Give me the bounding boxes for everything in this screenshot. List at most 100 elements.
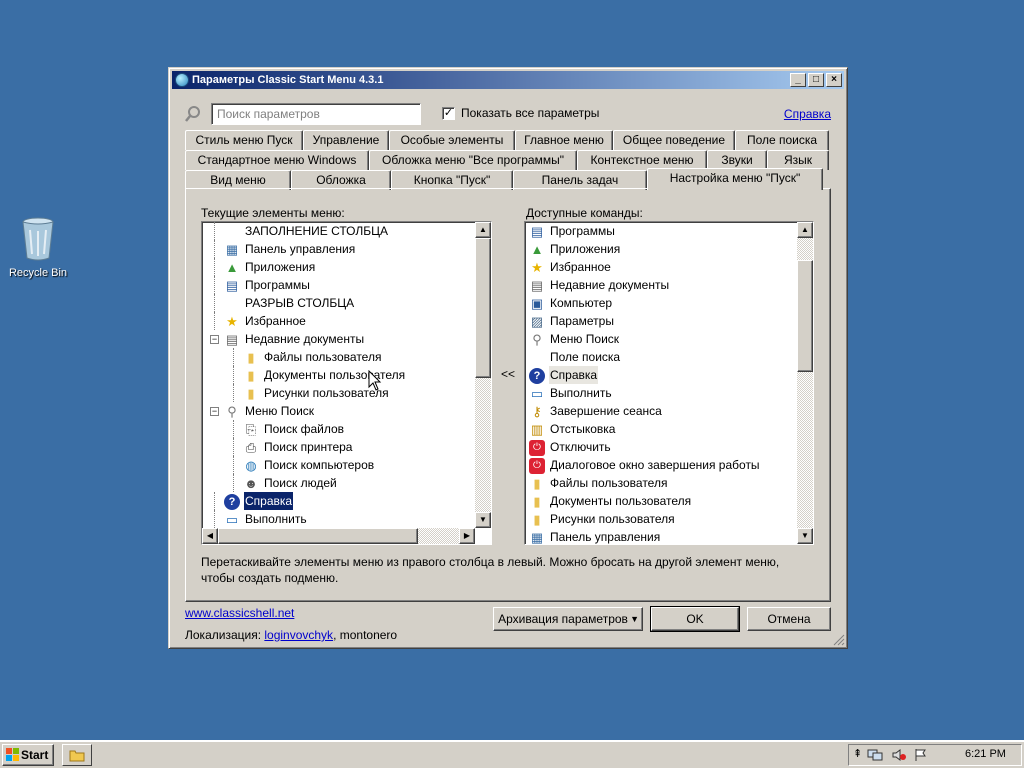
command-item[interactable]: ⏻ Диалоговое окно завершения работы: [525, 456, 813, 474]
tab-general-behavior[interactable]: Общее поведение: [613, 130, 735, 150]
localization-credits: Локализация: loginvovchyk, montonero: [185, 628, 397, 642]
tree-item[interactable]: ▮ Рисунки пользователя: [202, 384, 491, 402]
close-button[interactable]: ×: [826, 73, 842, 87]
tree-line: [214, 258, 215, 276]
tab-special-items[interactable]: Особые элементы: [389, 130, 515, 150]
command-item[interactable]: ★ Избранное: [525, 258, 813, 276]
current-items-list[interactable]: ЗАПОЛНЕНИЕ СТОЛБЦА ▦ Панель управления ▲ При…: [201, 221, 492, 545]
tab-controls[interactable]: Управление: [303, 130, 389, 150]
network-icon[interactable]: [867, 748, 883, 762]
hscroll-thumb[interactable]: [218, 528, 418, 544]
command-item[interactable]: ? Справка: [525, 366, 813, 384]
localization-label: Локализация:: [185, 628, 265, 642]
minimize-button[interactable]: _: [790, 73, 806, 87]
title-bar[interactable]: Параметры Classic Start Menu 4.3.1 _ □ ×: [172, 71, 844, 89]
tab-taskbar[interactable]: Панель задач: [513, 170, 647, 190]
current-items-vscrollbar[interactable]: ▲ ▼: [475, 222, 491, 528]
action-center-flag-icon[interactable]: [913, 748, 929, 762]
current-items-hscrollbar[interactable]: ◀ ▶: [202, 528, 475, 544]
tab-search-box[interactable]: Поле поиска: [735, 130, 829, 150]
tree-item[interactable]: ЗАПОЛНЕНИЕ СТОЛБЦА: [202, 222, 491, 240]
tree-item[interactable]: ◍ Поиск компьютеров: [202, 456, 491, 474]
start-button[interactable]: Start: [2, 744, 54, 766]
command-item[interactable]: ▣ Компьютер: [525, 294, 813, 312]
command-item[interactable]: Поле поиска: [525, 348, 813, 366]
tree-item[interactable]: ? Справка: [202, 492, 491, 510]
programs-icon: ▤: [225, 278, 239, 293]
tree-item[interactable]: ☻ Поиск людей: [202, 474, 491, 492]
tree-item[interactable]: ▤ Программы: [202, 276, 491, 294]
scroll-thumb[interactable]: [797, 260, 813, 372]
command-item[interactable]: ▭ Выполнить: [525, 384, 813, 402]
tree-item[interactable]: ⎘ Поиск файлов: [202, 420, 491, 438]
localization-link[interactable]: loginvovchyk: [264, 628, 333, 642]
command-item[interactable]: ▤ Программы: [525, 222, 813, 240]
backup-settings-button[interactable]: Архивация параметров ▼: [493, 607, 643, 631]
command-item[interactable]: ▨ Параметры: [525, 312, 813, 330]
tree-item[interactable]: ▲ Приложения: [202, 258, 491, 276]
available-commands-list[interactable]: ▤ Программы ▲ Приложения ★ Избранное ▤ Недавние…: [524, 221, 814, 545]
tree-item[interactable]: ⎙ Поиск принтера: [202, 438, 491, 456]
scroll-right-button[interactable]: ▶: [459, 528, 475, 544]
tree-item[interactable]: ▦ Панель управления: [202, 240, 491, 258]
show-all-checkbox[interactable]: ✓: [442, 106, 455, 120]
folder-icon: ▮: [533, 476, 541, 491]
scroll-down-button[interactable]: ▼: [475, 512, 491, 528]
command-item[interactable]: ▥ Отстыковка: [525, 420, 813, 438]
tab-sounds[interactable]: Звуки: [707, 150, 767, 170]
item-label: Рисунки пользователя: [550, 512, 675, 526]
tab-customize-start-menu[interactable]: Настройка меню "Пуск": [647, 168, 823, 190]
tab-main-menu[interactable]: Главное меню: [515, 130, 613, 150]
command-item[interactable]: ▦ Панель управления: [525, 528, 813, 544]
computer-icon: ▣: [530, 296, 544, 311]
localization-rest: , montonero: [333, 628, 398, 642]
ok-button[interactable]: OK: [650, 606, 740, 632]
tree-item[interactable]: − ▤ Недавние документы: [202, 330, 491, 348]
command-item[interactable]: ⚷ Завершение сеанса: [525, 402, 813, 420]
scroll-down-button[interactable]: ▼: [797, 528, 813, 544]
tree-item[interactable]: − ⚲ Меню Поиск: [202, 402, 491, 420]
tab-start-button[interactable]: Кнопка "Пуск": [391, 170, 513, 190]
tab-menu-look[interactable]: Вид меню: [185, 170, 291, 190]
scroll-up-button[interactable]: ▲: [475, 222, 491, 238]
recycle-bin[interactable]: Recycle Bin: [6, 216, 70, 279]
volume-muted-icon[interactable]: [891, 748, 907, 762]
command-item[interactable]: ⚲ Меню Поиск: [525, 330, 813, 348]
tree-item[interactable]: ▮ Файлы пользователя: [202, 348, 491, 366]
search-input[interactable]: [211, 103, 421, 125]
command-item[interactable]: ▲ Приложения: [525, 240, 813, 258]
resize-grip-icon[interactable]: [833, 634, 845, 646]
help-link[interactable]: Справка: [784, 107, 831, 121]
command-item[interactable]: ▮ Рисунки пользователя: [525, 510, 813, 528]
item-label: Документы пользователя: [264, 368, 406, 382]
clock[interactable]: 6:21 PM: [965, 748, 1006, 760]
tree-item[interactable]: РАЗРЫВ СТОЛБЦА: [202, 294, 491, 312]
maximize-button[interactable]: □: [808, 73, 824, 87]
available-commands-vscrollbar[interactable]: ▲ ▼: [797, 222, 813, 544]
move-left-button[interactable]: <<: [495, 367, 521, 381]
scroll-up-button[interactable]: ▲: [797, 222, 813, 238]
tab-context-menu[interactable]: Контекстное меню: [577, 150, 707, 170]
tab-language[interactable]: Язык: [767, 150, 829, 170]
command-item[interactable]: ▮ Документы пользователя: [525, 492, 813, 510]
cancel-button[interactable]: Отмена: [747, 607, 831, 631]
command-item[interactable]: ▮ Файлы пользователя: [525, 474, 813, 492]
scroll-left-button[interactable]: ◀: [202, 528, 218, 544]
command-item[interactable]: ⏻ Отключить: [525, 438, 813, 456]
collapse-icon[interactable]: −: [210, 335, 219, 344]
item-label: Избранное: [550, 260, 611, 274]
command-item[interactable]: ▤ Недавние документы: [525, 276, 813, 294]
quick-launch-explorer[interactable]: [62, 744, 92, 766]
tree-item[interactable]: ▭ Выполнить: [202, 510, 491, 528]
tree-item[interactable]: ▮ Документы пользователя: [202, 366, 491, 384]
collapse-icon[interactable]: −: [210, 407, 219, 416]
show-all-row[interactable]: ✓ Показать все параметры: [442, 105, 599, 121]
tab-skin[interactable]: Обложка: [291, 170, 391, 190]
tab-all-programs-skin[interactable]: Обложка меню "Все программы": [369, 150, 577, 170]
tab-windows-menu[interactable]: Стандартное меню Windows: [185, 150, 369, 170]
tree-item[interactable]: ★ Избранное: [202, 312, 491, 330]
chevron-up-icon[interactable]: ⇞: [853, 747, 862, 760]
website-link[interactable]: www.classicshell.net: [185, 606, 294, 620]
scroll-thumb[interactable]: [475, 238, 491, 378]
tab-start-menu-style[interactable]: Стиль меню Пуск: [185, 130, 303, 150]
